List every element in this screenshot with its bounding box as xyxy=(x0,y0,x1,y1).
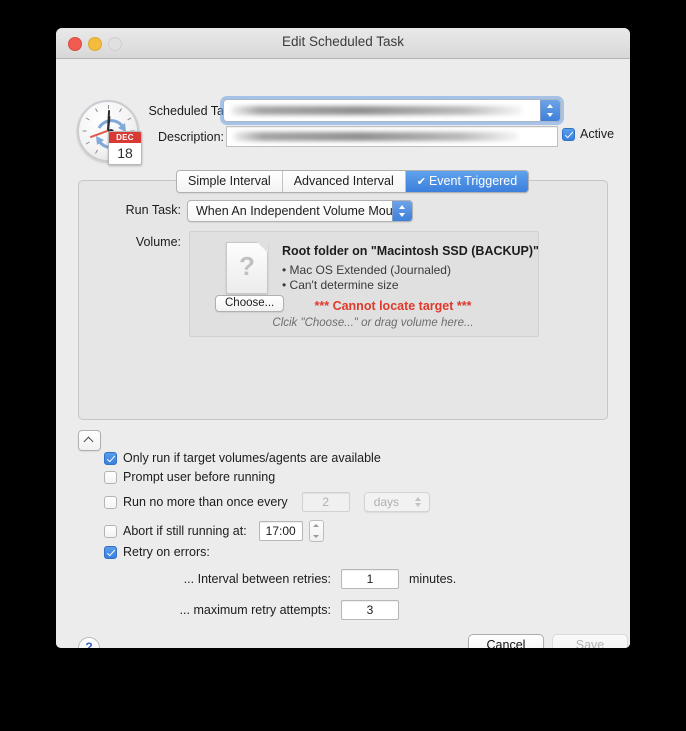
active-checkbox[interactable] xyxy=(562,127,575,141)
retry-interval-input[interactable]: 1 xyxy=(341,569,399,589)
run-task-label: Run Task: xyxy=(125,203,181,217)
max-retry-input[interactable]: 3 xyxy=(341,600,399,620)
tab-simple-interval-label: Simple Interval xyxy=(188,174,271,188)
run-no-more-row[interactable]: Run no more than once every 2 days xyxy=(104,492,430,512)
event-triggered-panel: Run Task: When An Independent Volume Mou… xyxy=(78,180,608,420)
prompt-user-row[interactable]: Prompt user before running xyxy=(104,470,275,484)
description-input[interactable] xyxy=(226,126,558,147)
abort-checkbox[interactable] xyxy=(104,524,117,538)
run-no-more-value-input[interactable]: 2 xyxy=(301,492,350,512)
max-retry-label: ... maximum retry attempts: xyxy=(179,603,331,617)
tab-event-triggered-label: Event Triggered xyxy=(428,174,518,188)
save-button: Save xyxy=(552,634,628,648)
tab-bar: Simple Interval Advanced Interval ✔ Event… xyxy=(176,170,530,193)
only-run-checkbox[interactable] xyxy=(104,451,117,465)
edit-scheduled-task-window: Edit Scheduled Task DEC 18 Scheduled Ta … xyxy=(56,28,630,648)
run-no-more-checkbox[interactable] xyxy=(104,495,117,509)
abort-label: Abort if still running at: xyxy=(123,524,247,538)
run-task-popup[interactable]: When An Independent Volume Mounts xyxy=(187,200,413,222)
retry-row[interactable]: Retry on errors: xyxy=(104,545,210,559)
volume-hint-text: Clcik "Choose..." or drag volume here... xyxy=(272,317,474,329)
tab-advanced-interval[interactable]: Advanced Interval xyxy=(282,171,406,192)
tab-advanced-interval-label: Advanced Interval xyxy=(293,174,394,188)
retry-interval-label: ... Interval between retries: xyxy=(183,572,331,586)
run-no-more-unit-popup[interactable]: days xyxy=(363,492,430,512)
retry-checkbox[interactable] xyxy=(104,545,117,559)
unknown-document-icon: ? xyxy=(226,242,268,294)
window-titlebar: Edit Scheduled Task xyxy=(56,28,630,59)
check-icon: ✔ xyxy=(416,176,426,188)
run-no-more-label: Run no more than once every xyxy=(123,495,288,509)
volume-detail-format: • Mac OS Extended (Journaled) xyxy=(282,263,451,277)
abort-time-stepper[interactable] xyxy=(308,520,324,542)
only-run-label: Only run if target volumes/agents are av… xyxy=(123,451,381,465)
volume-error-message: *** Cannot locate target *** xyxy=(314,299,472,313)
volume-drop-area[interactable]: ? Choose... Root folder on "Macintosh SS… xyxy=(189,231,539,337)
volume-title: Root folder on "Macintosh SSD (BACKUP)" xyxy=(282,244,539,258)
tab-event-triggered[interactable]: ✔ Event Triggered xyxy=(405,171,529,192)
active-label: Active xyxy=(580,127,615,141)
chevron-updown-icon xyxy=(414,495,422,509)
description-value-redacted xyxy=(233,132,519,141)
retry-interval-row: ... Interval between retries: 1 minutes. xyxy=(151,569,456,589)
help-button[interactable]: ? xyxy=(78,637,100,648)
abort-time-input[interactable]: 17:00 xyxy=(258,521,303,541)
window-title: Edit Scheduled Task xyxy=(281,34,405,49)
disclosure-collapse-button[interactable] xyxy=(78,430,101,451)
volume-detail-size: • Can't determine size xyxy=(282,278,399,292)
tab-simple-interval[interactable]: Simple Interval xyxy=(177,171,283,192)
clock-calendar-icon: DEC 18 xyxy=(74,97,144,167)
retry-label: Retry on errors: xyxy=(123,545,210,559)
window-body: DEC 18 Scheduled Ta Description: Active … xyxy=(56,59,630,648)
max-retry-row: ... maximum retry attempts: 3 xyxy=(151,600,399,620)
question-mark-glyph: ? xyxy=(239,251,255,281)
scheduled-task-combobox[interactable] xyxy=(223,99,561,122)
prompt-user-label: Prompt user before running xyxy=(123,470,276,484)
run-no-more-unit-label: days xyxy=(373,495,400,509)
calendar-day: 18 xyxy=(117,145,133,161)
volume-label: Volume: xyxy=(135,235,181,249)
only-run-row[interactable]: Only run if target volumes/agents are av… xyxy=(104,451,381,465)
run-task-value: When An Independent Volume Mounts xyxy=(196,204,410,218)
retry-interval-unit: minutes. xyxy=(409,572,457,586)
scheduled-task-value-redacted xyxy=(231,106,523,115)
prompt-user-checkbox[interactable] xyxy=(104,470,117,484)
description-label: Description: xyxy=(158,130,224,144)
abort-row[interactable]: Abort if still running at: 17:00 xyxy=(104,520,324,542)
scheduled-task-label: Scheduled Ta xyxy=(148,104,224,118)
chevron-updown-icon[interactable] xyxy=(392,201,412,221)
active-checkbox-row[interactable]: Active xyxy=(562,127,614,141)
chevron-updown-icon[interactable] xyxy=(540,100,560,121)
cancel-button[interactable]: Cancel xyxy=(468,634,544,648)
